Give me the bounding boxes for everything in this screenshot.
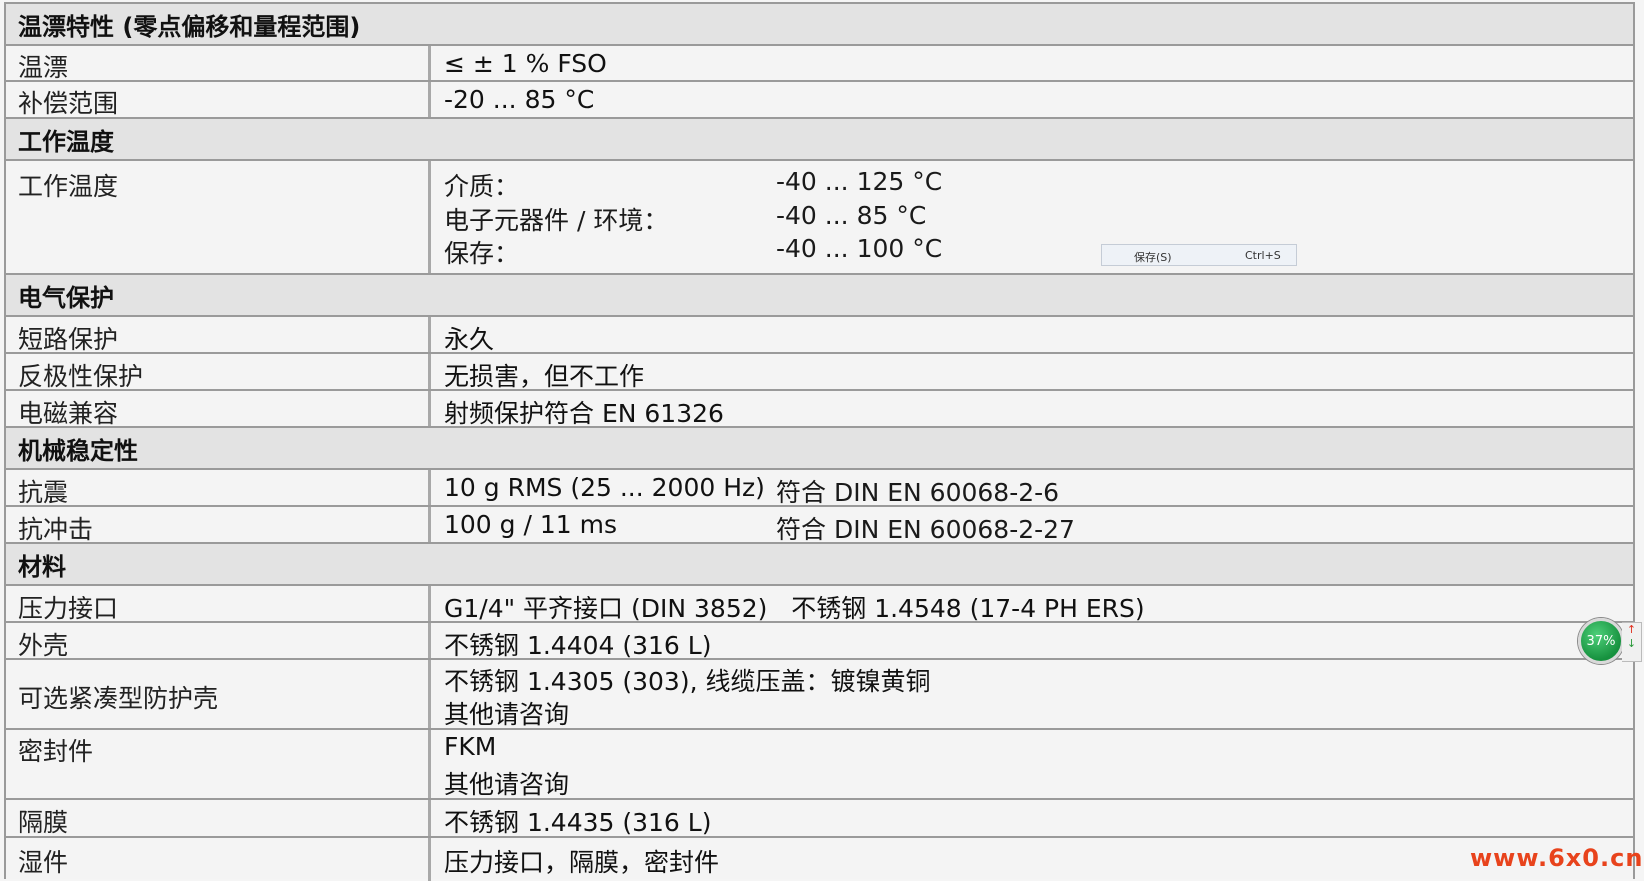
spec-table: 温漂特性 (零点偏移和量程范围) 温漂 ≤ ± 1 % FSO 补偿范围 -20…	[4, 2, 1635, 881]
item-name: 电子元器件 / 环境：	[444, 206, 669, 235]
row-label: 湿件	[18, 848, 69, 877]
column-divider	[428, 800, 431, 836]
section-title: 材料	[18, 552, 66, 581]
table-row: 压力接口 G1/4" 平齐接口 (DIN 3852) 不锈钢 1.4548 (1…	[6, 586, 1633, 623]
row-value: 10 g RMS (25 ... 2000 Hz)	[444, 473, 765, 502]
table-row: 密封件 FKM 其他请咨询	[6, 730, 1633, 800]
widget-percent: 37%	[1586, 633, 1616, 649]
row-label: 密封件	[18, 737, 94, 766]
row-value: 压力接口，隔膜，密封件	[444, 848, 720, 877]
row-value-note: 其他请咨询	[444, 770, 570, 799]
column-divider	[428, 161, 431, 273]
row-standard: 符合 DIN EN 60068-2-6	[776, 478, 1060, 507]
section-title: 工作温度	[18, 127, 114, 156]
watermark: www.6x0.cn	[1470, 844, 1644, 872]
table-row: 抗震 10 g RMS (25 ... 2000 Hz) 符合 DIN EN 6…	[6, 470, 1633, 507]
section-title: 电气保护	[18, 283, 114, 312]
row-value: -20 ... 85 °C	[444, 85, 595, 114]
row-value: 100 g / 11 ms	[444, 510, 617, 539]
row-value-note: 其他请咨询	[444, 700, 570, 729]
row-value: 射频保护符合 EN 61326	[444, 399, 724, 428]
column-divider	[428, 730, 431, 798]
row-label: 电磁兼容	[18, 399, 119, 428]
row-label: 可选紧凑型防护壳	[18, 684, 219, 713]
column-divider	[428, 317, 431, 352]
item-value: -40 ... 125 °C	[776, 167, 943, 196]
widget-side-tab[interactable]: ↑ ↓	[1622, 622, 1642, 662]
table-row: 补偿范围 -20 ... 85 °C	[6, 82, 1633, 119]
context-menu-save[interactable]: 保存(S) Ctrl+S	[1101, 244, 1297, 266]
table-row: 短路保护 永久	[6, 317, 1633, 354]
column-divider	[428, 838, 431, 881]
column-divider	[428, 46, 431, 80]
table-row: 电磁兼容 射频保护符合 EN 61326	[6, 391, 1633, 428]
section-header-electrical: 电气保护	[6, 275, 1633, 317]
column-divider	[428, 82, 431, 117]
row-value: ≤ ± 1 % FSO	[444, 49, 607, 78]
section-header-mechanical: 机械稳定性	[6, 428, 1633, 470]
row-label: 压力接口	[18, 594, 119, 623]
table-row: 工作温度 介质： -40 ... 125 °C 电子元器件 / 环境： -40 …	[6, 161, 1633, 275]
row-label: 抗冲击	[18, 515, 94, 544]
save-menu-item[interactable]: 保存(S)	[1134, 249, 1172, 265]
row-label: 短路保护	[18, 325, 119, 354]
column-divider	[428, 507, 431, 542]
table-row: 外壳 不锈钢 1.4404 (316 L)	[6, 623, 1633, 660]
column-divider	[428, 354, 431, 389]
table-row: 可选紧凑型防护壳 不锈钢 1.4305 (303), 线缆压盖：镀镍黄铜 其他请…	[6, 660, 1633, 730]
arrow-up-icon: ↑	[1626, 623, 1637, 636]
save-shortcut: Ctrl+S	[1245, 249, 1281, 262]
row-value: FKM	[444, 732, 497, 761]
row-label: 补偿范围	[18, 89, 119, 118]
section-header-operating-temp: 工作温度	[6, 119, 1633, 161]
column-divider	[428, 391, 431, 426]
section-title: 机械稳定性	[18, 436, 138, 465]
section-title: 温漂特性 (零点偏移和量程范围)	[18, 12, 361, 41]
table-row: 湿件 压力接口，隔膜，密封件	[6, 838, 1633, 881]
speed-ball-widget[interactable]: 37%	[1578, 618, 1624, 664]
row-value: 无损害，但不工作	[444, 362, 645, 391]
row-label: 工作温度	[18, 172, 119, 201]
column-divider	[428, 623, 431, 658]
item-name: 保存：	[444, 239, 520, 268]
arrow-down-icon: ↓	[1626, 637, 1637, 650]
table-row: 反极性保护 无损害，但不工作	[6, 354, 1633, 391]
table-row: 隔膜 不锈钢 1.4435 (316 L)	[6, 800, 1633, 838]
column-divider	[428, 586, 431, 621]
row-label: 外壳	[18, 631, 69, 660]
row-label: 温漂	[18, 53, 69, 82]
section-header-materials: 材料	[6, 544, 1633, 586]
row-value: 永久	[444, 325, 495, 354]
row-standard: 符合 DIN EN 60068-2-27	[776, 515, 1075, 544]
table-row: 温漂 ≤ ± 1 % FSO	[6, 46, 1633, 82]
item-value: -40 ... 100 °C	[776, 234, 943, 263]
table-row: 抗冲击 100 g / 11 ms 符合 DIN EN 60068-2-27	[6, 507, 1633, 544]
item-name: 介质：	[444, 172, 520, 201]
section-header-temp-drift: 温漂特性 (零点偏移和量程范围)	[6, 4, 1633, 46]
row-value: 不锈钢 1.4305 (303), 线缆压盖：镀镍黄铜	[444, 667, 931, 696]
item-value: -40 ... 85 °C	[776, 201, 927, 230]
row-value: 不锈钢 1.4404 (316 L)	[444, 631, 712, 660]
row-value: 不锈钢 1.4435 (316 L)	[444, 808, 712, 837]
column-divider	[428, 470, 431, 505]
row-label: 抗震	[18, 478, 69, 507]
row-label: 反极性保护	[18, 362, 144, 391]
row-value: G1/4" 平齐接口 (DIN 3852) 不锈钢 1.4548 (17-4 P…	[444, 594, 1145, 623]
row-label: 隔膜	[18, 808, 69, 837]
column-divider	[428, 660, 431, 728]
